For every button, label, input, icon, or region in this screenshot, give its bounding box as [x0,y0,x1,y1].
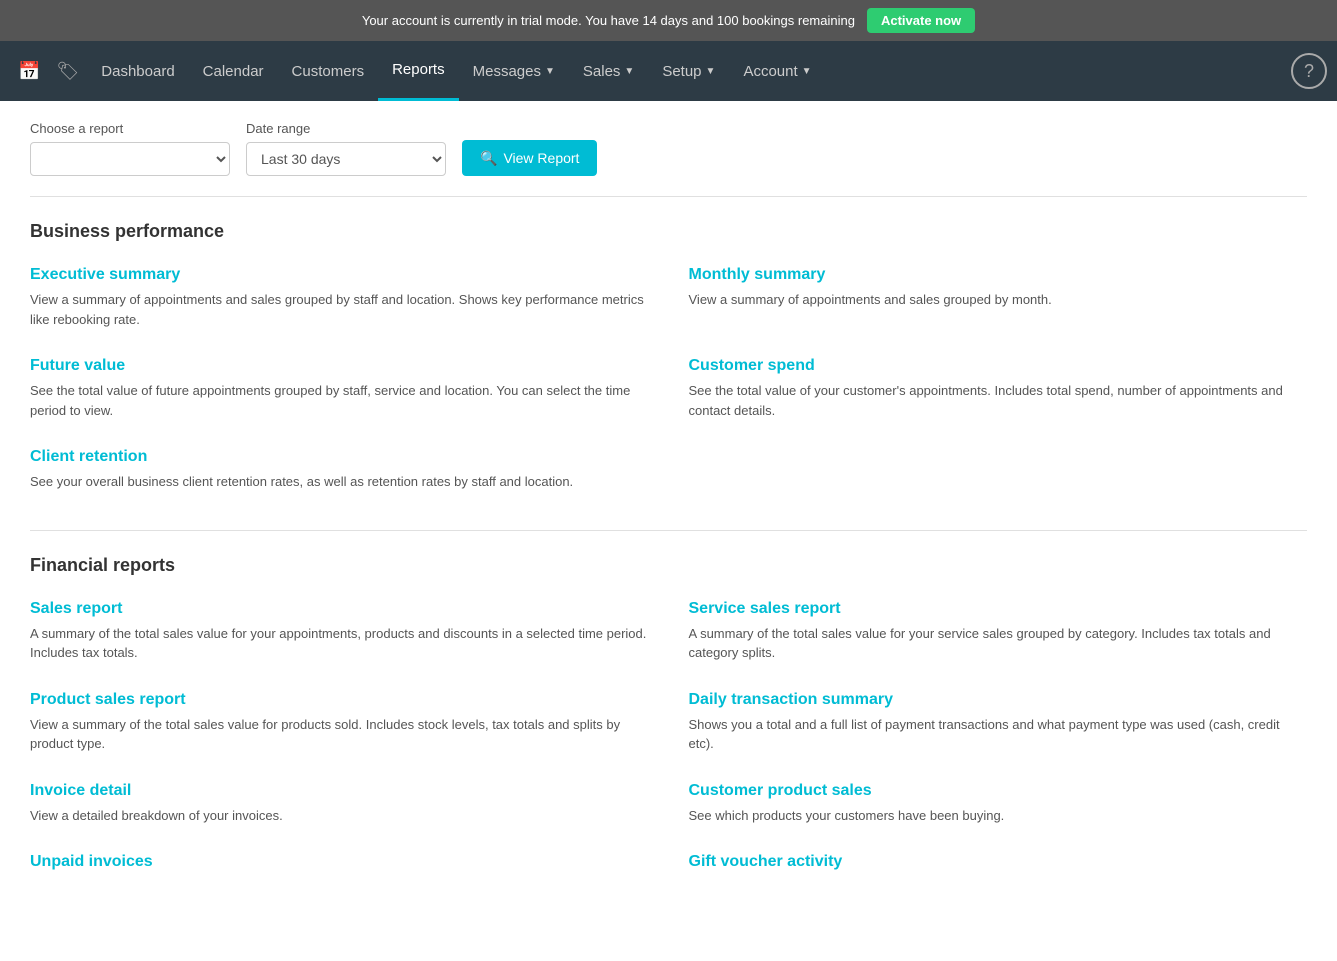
sales-report-desc: A summary of the total sales value for y… [30,624,649,663]
daily-transaction-link[interactable]: Daily transaction summary [689,691,1308,709]
business-performance-grid: Executive summary View a summary of appo… [30,266,1307,520]
calendar-icon-button[interactable]: 📅 [10,53,48,90]
report-item-unpaid-invoices: Unpaid invoices [30,853,649,877]
tag-icon-button[interactable]: 🏷 [48,53,87,90]
report-item-product-sales: Product sales report View a summary of t… [30,691,649,754]
view-report-button[interactable]: 🔍 View Report [462,140,597,176]
date-label: Date range [246,121,446,136]
invoice-detail-link[interactable]: Invoice detail [30,782,649,800]
trial-message: Your account is currently in trial mode.… [362,13,855,28]
financial-reports-grid: Sales report A summary of the total sale… [30,600,1307,906]
service-sales-link[interactable]: Service sales report [689,600,1308,618]
report-item-gift-voucher: Gift voucher activity [689,853,1308,877]
product-sales-desc: View a summary of the total sales value … [30,715,649,754]
search-icon: 🔍 [480,150,497,167]
sales-report-link[interactable]: Sales report [30,600,649,618]
business-performance-section: Business performance Executive summary V… [30,221,1307,520]
nav-sales[interactable]: Sales▼ [569,43,648,100]
future-value-desc: See the total value of future appointmen… [30,381,649,420]
report-item-future-value: Future value See the total value of futu… [30,357,649,420]
report-label: Choose a report [30,121,230,136]
report-filter-group: Choose a report [30,121,230,176]
financial-reports-title: Financial reports [30,555,1307,576]
report-select[interactable] [30,142,230,176]
divider-1 [30,196,1307,197]
report-item-invoice-detail: Invoice detail View a detailed breakdown… [30,782,649,826]
report-item-daily-transaction: Daily transaction summary Shows you a to… [689,691,1308,754]
financial-reports-section: Financial reports Sales report A summary… [30,555,1307,906]
customer-spend-link[interactable]: Customer spend [689,357,1308,375]
service-sales-desc: A summary of the total sales value for y… [689,624,1308,663]
trial-banner: Your account is currently in trial mode.… [0,0,1337,41]
client-retention-desc: See your overall business client retenti… [30,472,649,492]
setup-caret: ▼ [706,66,716,77]
nav-reports[interactable]: Reports [378,41,459,101]
report-item-monthly-summary: Monthly summary View a summary of appoin… [689,266,1308,329]
nav-messages[interactable]: Messages▼ [459,43,569,100]
unpaid-invoices-link[interactable]: Unpaid invoices [30,853,649,871]
nav-setup[interactable]: Setup▼ [648,43,729,100]
activate-now-button[interactable]: Activate now [867,8,975,33]
product-sales-link[interactable]: Product sales report [30,691,649,709]
report-item-executive-summary: Executive summary View a summary of appo… [30,266,649,329]
report-item-service-sales: Service sales report A summary of the to… [689,600,1308,663]
customer-product-sales-link[interactable]: Customer product sales [689,782,1308,800]
monthly-summary-link[interactable]: Monthly summary [689,266,1308,284]
client-retention-link[interactable]: Client retention [30,448,649,466]
nav-dashboard[interactable]: Dashboard [87,43,188,100]
executive-summary-link[interactable]: Executive summary [30,266,649,284]
date-select[interactable]: Last 30 days Last 7 days This month Last… [246,142,446,176]
nav-customers[interactable]: Customers [278,43,379,100]
executive-summary-desc: View a summary of appointments and sales… [30,290,649,329]
report-item-sales-report: Sales report A summary of the total sale… [30,600,649,663]
daily-transaction-desc: Shows you a total and a full list of pay… [689,715,1308,754]
customer-spend-desc: See the total value of your customer's a… [689,381,1308,420]
gift-voucher-link[interactable]: Gift voucher activity [689,853,1308,871]
divider-2 [30,530,1307,531]
filter-bar: Choose a report Date range Last 30 days … [30,121,1307,176]
customer-product-sales-desc: See which products your customers have b… [689,806,1308,826]
invoice-detail-desc: View a detailed breakdown of your invoic… [30,806,649,826]
business-performance-title: Business performance [30,221,1307,242]
account-caret: ▼ [802,66,812,77]
date-filter-group: Date range Last 30 days Last 7 days This… [246,121,446,176]
nav-account[interactable]: Account▼ [729,43,825,100]
nav-calendar[interactable]: Calendar [189,43,278,100]
messages-caret: ▼ [545,66,555,77]
future-value-link[interactable]: Future value [30,357,649,375]
report-item-client-retention: Client retention See your overall busine… [30,448,649,492]
report-item-customer-spend: Customer spend See the total value of yo… [689,357,1308,420]
sales-caret: ▼ [624,66,634,77]
help-button[interactable]: ? [1291,53,1327,89]
page-content: Choose a report Date range Last 30 days … [0,101,1337,961]
report-item-customer-product-sales: Customer product sales See which product… [689,782,1308,826]
monthly-summary-desc: View a summary of appointments and sales… [689,290,1308,310]
top-nav: 📅 🏷 Dashboard Calendar Customers Reports… [0,41,1337,101]
